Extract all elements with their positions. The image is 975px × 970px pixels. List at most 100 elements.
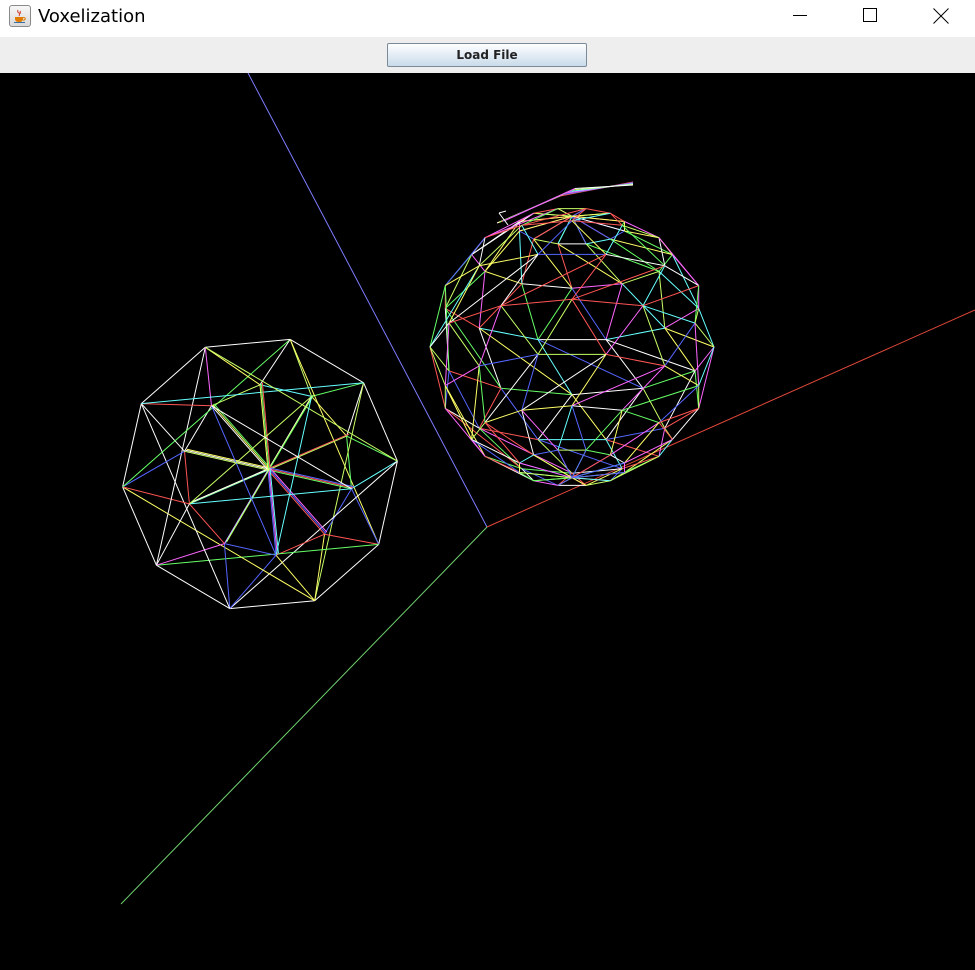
mesh-edge [624,438,673,473]
mesh-edge [521,353,607,411]
mesh-edge [537,394,573,440]
mesh-edge [698,308,715,348]
mesh-edge [571,265,665,300]
load-file-button[interactable]: Load File [387,43,587,67]
minimize-icon [793,15,807,16]
toolbar: Load File [0,37,975,73]
mesh-edge [605,353,665,367]
x-axis [486,309,975,528]
mesh-edge [484,455,522,470]
mesh-edge [378,460,398,545]
mesh-edge [571,220,623,226]
spoke-edge [269,433,350,469]
mesh-edge [445,365,480,387]
mesh-edge [658,385,700,423]
maximize-button[interactable] [847,0,893,32]
mesh-edge [624,221,660,239]
mesh-edge [444,385,486,457]
axes [120,73,975,905]
mesh-edge [205,338,291,348]
mesh-edge [448,322,480,367]
mesh-edge [521,354,539,411]
mesh-edge [571,254,607,300]
mesh-edge [571,299,607,355]
mesh-edge [537,439,623,470]
left-wireframe-mesh [122,338,398,610]
mesh-edge [571,283,623,289]
mesh-edge [484,270,522,285]
mesh-edge [429,265,480,348]
mesh-edge [224,543,277,556]
mesh-edge [351,488,380,545]
mesh-edge [698,346,715,386]
mesh-edge [557,243,573,289]
spoke-edge [269,394,315,469]
mesh-edge [533,449,558,456]
mesh-edge [664,327,696,372]
mesh-edge [156,564,231,610]
mesh-edge [585,243,623,285]
mesh-edge [642,305,696,324]
mesh-edge [346,382,365,437]
app-window: Voxelization Load File [0,0,975,970]
mesh-edge [351,460,398,490]
mesh-edge [519,230,534,240]
mesh-edge [484,224,522,239]
mesh-edge [624,422,660,464]
mesh-edge [622,270,660,285]
mesh-edge [519,454,534,464]
mesh-edge [605,283,623,340]
mesh-edge [622,409,660,424]
mesh-edge [557,405,573,451]
mesh-edge [346,435,398,462]
mesh-edge [610,454,625,464]
mesh-edge [429,346,446,386]
render-viewport[interactable] [0,73,975,970]
mesh-edge [314,534,325,601]
mesh-edge [586,238,611,245]
mesh-edge [122,486,190,505]
chord-edge [229,460,398,609]
mesh-edge [471,365,480,440]
stem-edge [498,210,507,214]
mesh-edge [586,208,611,214]
mesh-edge [479,253,539,267]
y-axis [120,526,488,905]
mesh-edge [140,403,185,452]
spoke-edge [211,405,269,471]
mesh-edge [229,600,315,610]
mesh-edge [610,230,625,240]
mesh-edge [533,477,573,482]
mesh-edge [537,288,573,340]
minimize-button[interactable] [777,0,823,32]
spoke-edge [226,467,271,542]
mesh-edge [444,408,523,470]
mesh-edge [605,327,665,341]
mesh-edge [557,243,623,285]
mesh-edge [521,283,573,289]
mesh-edge [444,308,502,389]
mesh-edge [605,339,696,372]
close-icon [933,8,949,24]
mesh-edge [586,449,611,456]
z-axis [247,73,488,528]
wireframe-canvas [120,73,975,905]
mesh-edge [500,305,539,355]
mesh-edge [184,451,190,504]
spoke-edge [191,467,271,503]
mesh-edge [571,394,607,440]
mesh-edge [478,427,523,470]
mesh-edge [500,254,539,306]
spoke-edge [269,467,328,533]
mesh-edge [484,455,520,473]
close-button[interactable] [917,0,963,32]
mesh-edge [140,346,206,404]
mesh-edge [500,388,539,440]
mesh-edge [189,503,225,544]
mesh-edge [521,283,539,340]
mesh-edge [521,238,535,284]
mesh-edge [658,271,700,309]
title-bar: Voxelization [0,0,975,37]
mesh-edge [533,480,558,486]
spoke-edge [260,383,270,470]
